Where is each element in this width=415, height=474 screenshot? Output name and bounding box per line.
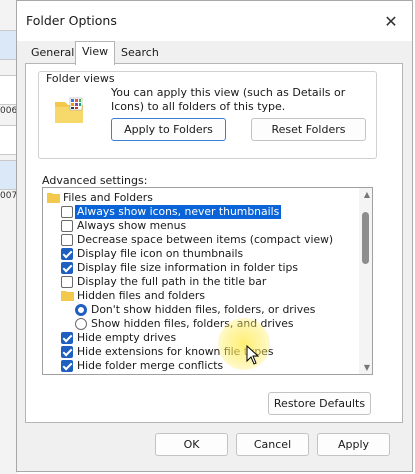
- checkbox[interactable]: [61, 276, 73, 288]
- folder-icon: [61, 291, 74, 301]
- window-title: Folder Options: [26, 13, 117, 28]
- apply-to-folders-button[interactable]: Apply to Folders: [111, 118, 226, 141]
- radio-button[interactable]: [75, 318, 87, 330]
- checkbox[interactable]: [61, 206, 73, 218]
- setting-label: Display file size information in folder …: [77, 261, 298, 274]
- checkbox[interactable]: [61, 234, 73, 246]
- setting-label: Hide folder merge conflicts: [77, 359, 224, 372]
- setting-label: Always show icons, never thumbnails: [75, 205, 282, 219]
- tree-scrollbar[interactable]: ▲ ▼: [359, 188, 372, 374]
- advanced-settings-label: Advanced settings:: [42, 174, 148, 187]
- scroll-thumb[interactable]: [362, 212, 369, 264]
- background-file-caption: 007: [0, 191, 18, 201]
- advanced-settings-tree: Files and Folders Always show icons, nev…: [42, 187, 373, 375]
- close-button[interactable]: ✕: [378, 9, 404, 33]
- setting-label: Hide extensions for known file types: [77, 345, 274, 358]
- tab-general[interactable]: General: [25, 43, 80, 63]
- folder-options-dialog: Folder Options ✕ General View Search Fol…: [16, 0, 413, 472]
- reset-folders-button[interactable]: Reset Folders: [251, 118, 366, 141]
- tab-view[interactable]: View: [75, 41, 116, 65]
- setting-label: Display the full path in the title bar: [77, 275, 267, 288]
- cancel-button[interactable]: Cancel: [236, 433, 309, 456]
- checkbox[interactable]: [61, 360, 73, 372]
- checkbox[interactable]: [61, 220, 73, 232]
- background-file-icon: [0, 125, 17, 155]
- checkbox[interactable]: [61, 262, 73, 274]
- folder-views-label: Folder views: [42, 72, 119, 85]
- background-file-icon: [0, 30, 17, 60]
- folder-views-icon: [55, 97, 83, 123]
- checkbox[interactable]: [61, 248, 73, 260]
- apply-button[interactable]: Apply: [317, 433, 390, 456]
- folder-views-description: You can apply this view (such as Details…: [111, 86, 346, 113]
- tree-item-label: Hidden files and folders: [77, 289, 205, 302]
- ok-button[interactable]: OK: [155, 433, 228, 456]
- background-file-icon: 006: [0, 75, 17, 116]
- tree-item-label: Files and Folders: [63, 191, 153, 204]
- setting-label: Hide empty drives: [77, 331, 177, 344]
- restore-defaults-button[interactable]: Restore Defaults: [268, 392, 371, 415]
- setting-label: Don't show hidden files, folders, or dri…: [91, 303, 316, 316]
- scroll-up-icon[interactable]: ▲: [364, 190, 370, 199]
- scroll-down-icon[interactable]: ▼: [364, 363, 370, 372]
- radio-button[interactable]: [75, 304, 87, 316]
- setting-label: Show hidden files, folders, and drives: [91, 317, 294, 330]
- setting-label: Always show menus: [77, 219, 187, 232]
- tab-search[interactable]: Search: [115, 43, 165, 63]
- background-file-icon: 007: [0, 160, 17, 201]
- checkbox[interactable]: [61, 346, 73, 358]
- title-bar: Folder Options ✕: [17, 1, 412, 41]
- checkbox[interactable]: [61, 332, 73, 344]
- setting-label: Display file icon on thumbnails: [77, 247, 244, 260]
- close-icon: ✕: [384, 11, 398, 31]
- background-file-caption: 006: [0, 106, 18, 116]
- folder-icon: [47, 193, 60, 203]
- setting-label: Decrease space between items (compact vi…: [77, 233, 334, 246]
